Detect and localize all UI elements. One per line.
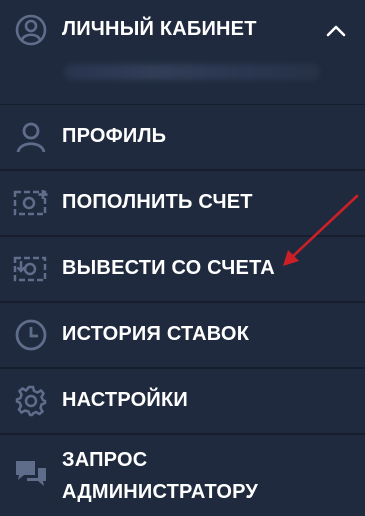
- deposit-icon: [13, 185, 49, 221]
- redacted-account-info: [64, 64, 320, 80]
- withdraw-icon: [13, 251, 49, 287]
- clock-icon: [13, 317, 49, 353]
- account-header-toggle[interactable]: ЛИЧНЫЙ КАБИНЕТ: [0, 0, 365, 62]
- chat-icon: [13, 457, 49, 493]
- menu-item-label-line2: АДМИНИСТРАТОРУ: [62, 481, 259, 503]
- menu-item-label: ПОПОЛНИТЬ СЧЕТ: [62, 191, 253, 213]
- gear-icon: [13, 383, 49, 419]
- account-header: ЛИЧНЫЙ КАБИНЕТ: [0, 0, 365, 105]
- user-icon: [13, 119, 49, 155]
- account-title: ЛИЧНЫЙ КАБИНЕТ: [62, 18, 257, 40]
- chevron-up-icon[interactable]: [323, 18, 349, 44]
- menu-item-withdraw[interactable]: ВЫВЕСТИ СО СЧЕТА: [0, 237, 365, 303]
- user-circle-icon: [13, 12, 49, 48]
- menu-item-label: ЗАПРОС АДМИНИСТРАТОРУ: [62, 444, 258, 508]
- menu-item-label: ВЫВЕСТИ СО СЧЕТА: [62, 257, 275, 279]
- menu-item-label-line1: ЗАПРОС: [62, 449, 148, 471]
- menu-item-label: ИСТОРИЯ СТАВОК: [62, 323, 250, 345]
- account-menu: ЛИЧНЫЙ КАБИНЕТ ПРОФИЛЬ ПОПОЛНИТЬ СЧЕТ ВЫ…: [0, 0, 365, 515]
- menu-item-admin-request[interactable]: ЗАПРОС АДМИНИСТРАТОРУ: [0, 435, 365, 516]
- menu-item-label: НАСТРОЙКИ: [62, 389, 188, 411]
- menu-item-profile[interactable]: ПРОФИЛЬ: [0, 105, 365, 171]
- menu-item-bet-history[interactable]: ИСТОРИЯ СТАВОК: [0, 303, 365, 369]
- menu-item-settings[interactable]: НАСТРОЙКИ: [0, 369, 365, 435]
- menu-item-label: ПРОФИЛЬ: [62, 125, 167, 147]
- menu-item-deposit[interactable]: ПОПОЛНИТЬ СЧЕТ: [0, 171, 365, 237]
